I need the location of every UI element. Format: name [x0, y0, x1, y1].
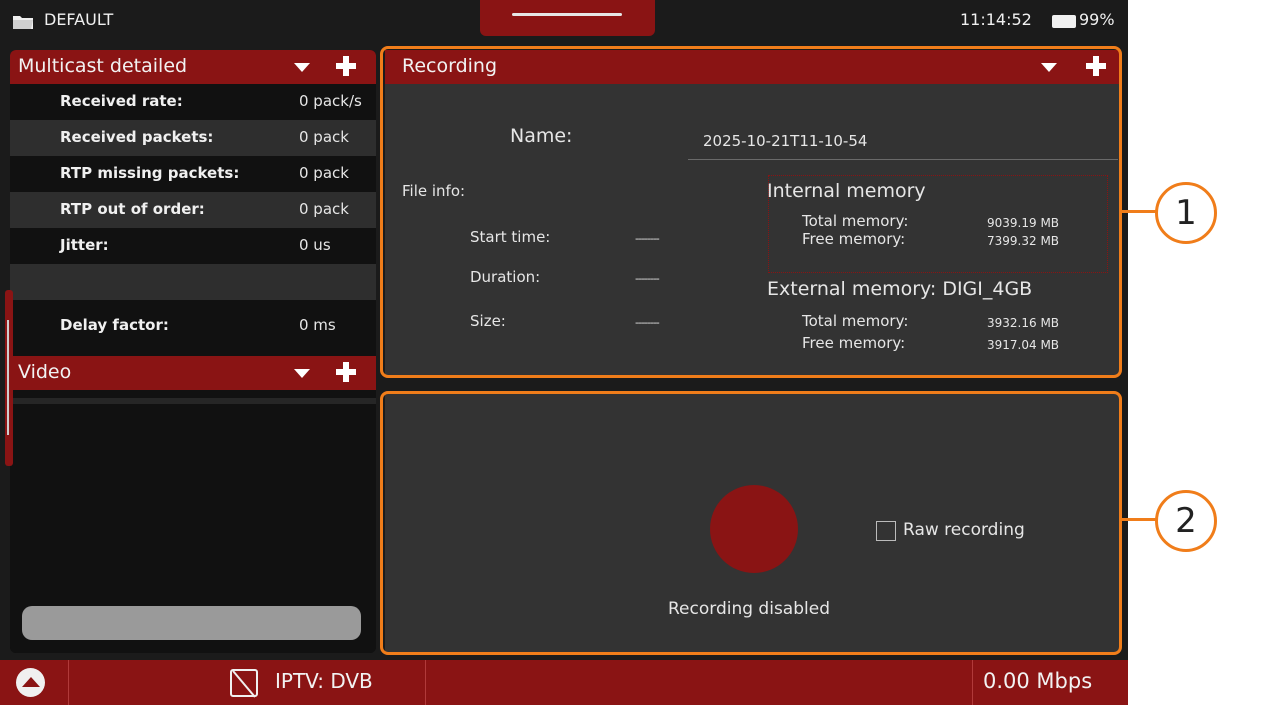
callout-line-1 — [1122, 210, 1158, 213]
video-panel-title: Video — [18, 361, 72, 383]
top-status-bar: DEFAULT 11:14:52 99% — [0, 0, 1128, 44]
row-value: 0 pack — [299, 128, 349, 146]
separator — [68, 660, 69, 705]
video-panel-header[interactable]: Video — [10, 356, 376, 390]
bottom-status-bar: IPTV: DVB 0.00 Mbps — [0, 660, 1128, 705]
row-value: 0 pack/s — [299, 92, 362, 110]
profile-name[interactable]: DEFAULT — [44, 10, 113, 29]
callout-line-2 — [1122, 518, 1158, 521]
table-row: RTP out of order: 0 pack — [10, 192, 376, 228]
row-label: Jitter: — [60, 236, 109, 254]
folder-icon[interactable] — [12, 14, 34, 30]
pull-down-grip — [512, 13, 622, 16]
battery-level: 99% — [1079, 10, 1115, 29]
row-label: Received packets: — [60, 128, 214, 146]
separator — [972, 660, 973, 705]
chevron-down-icon[interactable] — [294, 63, 310, 72]
add-icon[interactable] — [336, 362, 356, 382]
video-scrollbar[interactable] — [22, 606, 361, 640]
separator — [425, 660, 426, 705]
input-source-label[interactable]: IPTV: DVB — [275, 669, 373, 693]
clock-time: 11:14:52 — [960, 10, 1032, 29]
left-panel: Multicast detailed Received rate: 0 pack… — [10, 50, 376, 653]
side-drawer-handle[interactable] — [5, 290, 13, 466]
row-value: 0 pack — [299, 164, 349, 182]
table-row: Received packets: 0 pack — [10, 120, 376, 156]
row-label: Delay factor: — [60, 316, 169, 334]
battery-icon — [1052, 15, 1076, 28]
home-logo-icon[interactable] — [16, 668, 45, 697]
multicast-panel-title: Multicast detailed — [18, 55, 188, 77]
no-signal-icon — [230, 669, 258, 698]
row-label: Received rate: — [60, 92, 183, 110]
chevron-down-icon[interactable] — [294, 369, 310, 378]
bitrate-readout: 0.00 Mbps — [983, 669, 1093, 693]
callout-marker-1: 1 — [1155, 182, 1217, 244]
callout-number-1: 1 — [1175, 193, 1197, 233]
video-top-strip — [10, 398, 376, 404]
callout-number-2: 2 — [1175, 501, 1197, 541]
side-drawer-grip — [7, 320, 9, 435]
no-signal-slash — [232, 670, 256, 698]
table-row: Jitter: 0 us — [10, 228, 376, 264]
table-row: Received rate: 0 pack/s — [10, 84, 376, 120]
pull-down-tab[interactable] — [480, 0, 655, 36]
callout-box-2 — [380, 391, 1122, 655]
table-row — [10, 264, 376, 300]
multicast-panel-header[interactable]: Multicast detailed — [10, 50, 376, 84]
callout-marker-2: 2 — [1155, 490, 1217, 552]
row-value: 0 ms — [299, 316, 336, 334]
add-icon[interactable] — [336, 56, 356, 76]
row-value: 0 us — [299, 236, 331, 254]
table-row: Delay factor: 0 ms — [10, 308, 376, 344]
row-value: 0 pack — [299, 200, 349, 218]
row-label: RTP missing packets: — [60, 164, 240, 182]
row-label: RTP out of order: — [60, 200, 205, 218]
callout-box-1 — [380, 46, 1122, 378]
table-row: RTP missing packets: 0 pack — [10, 156, 376, 192]
